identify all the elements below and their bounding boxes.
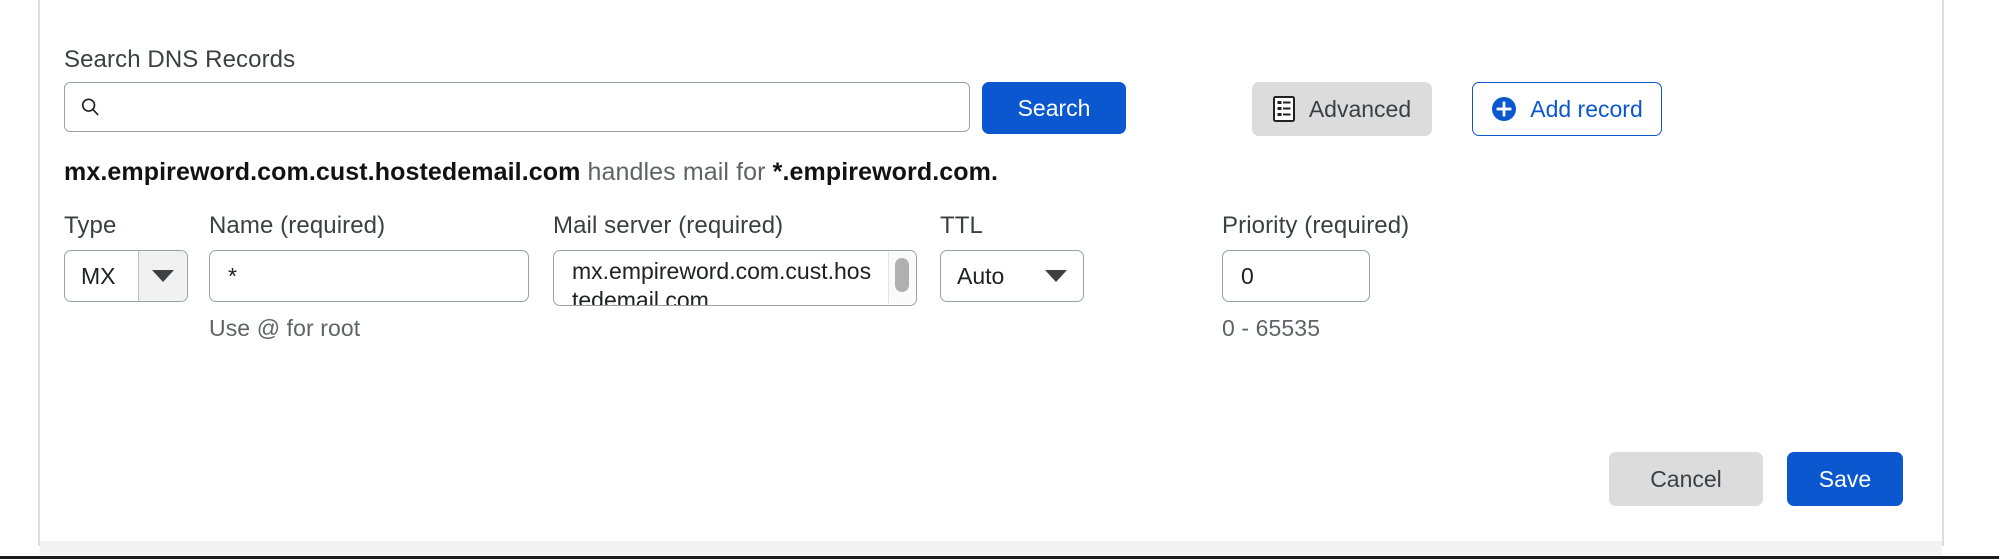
search-input-wrapper[interactable] [64,82,970,132]
description-domain: *.empireword.com [772,158,991,186]
add-record-button[interactable]: Add record [1472,82,1662,136]
ttl-select-value: Auto [957,262,1005,289]
mail-server-field-group: Mail server (required) mx.empireword.com… [553,214,917,306]
priority-hint: 0 - 65535 [1222,315,1321,341]
type-select-value: MX [81,262,116,289]
search-icon [81,98,99,116]
add-record-button-label: Add record [1530,95,1643,122]
chevron-down-icon [152,270,174,282]
mail-server-scrollbar[interactable] [888,252,915,304]
search-button[interactable]: Search [982,82,1126,134]
cancel-button[interactable]: Cancel [1609,452,1763,506]
list-document-icon [1272,96,1295,122]
type-select[interactable]: MX [64,250,188,302]
name-input[interactable] [209,250,529,302]
ttl-select[interactable]: Auto [940,250,1084,302]
mail-server-label: Mail server (required) [553,212,784,239]
ttl-field-group: TTL Auto [940,214,1084,302]
description-middle: handles mail for [580,158,773,186]
record-description: mx.empireword.com.cust.hostedemail.com h… [64,158,998,187]
dns-record-editor-screen: Search DNS Records Search Advanced Add r… [0,0,1999,559]
description-server: mx.empireword.com.cust.hostedemail.com [64,158,581,186]
priority-label: Priority (required) [1222,212,1410,239]
name-label: Name (required) [209,212,386,239]
chevron-down-icon [1045,270,1067,282]
advanced-button[interactable]: Advanced [1252,82,1432,136]
priority-field-group: Priority (required) 0 - 65535 [1222,214,1409,342]
save-button[interactable]: Save [1787,452,1903,506]
ttl-label: TTL [940,212,983,239]
mail-server-scrollbar-thumb[interactable] [895,258,909,292]
mail-server-value: mx.empireword.com.cust.hostedemail.com [572,258,872,306]
type-label: Type [64,212,117,239]
type-select-arrow[interactable] [138,251,187,301]
name-field-group: Name (required) Use @ for root [209,214,529,342]
search-input[interactable] [101,84,969,130]
priority-input[interactable] [1222,250,1370,302]
search-label: Search DNS Records [64,46,296,73]
search-row: Search Advanced Add record [64,82,1664,136]
name-hint: Use @ for root [209,315,361,341]
description-period: . [990,158,998,186]
footer-actions: Cancel Save [1609,452,1903,506]
mail-server-textarea[interactable]: mx.empireword.com.cust.hostedemail.com [553,250,917,306]
advanced-button-label: Advanced [1308,95,1412,122]
plus-circle-icon [1492,97,1517,121]
panel-footer-strip [40,541,1942,555]
type-field-group: Type MX [64,214,188,302]
